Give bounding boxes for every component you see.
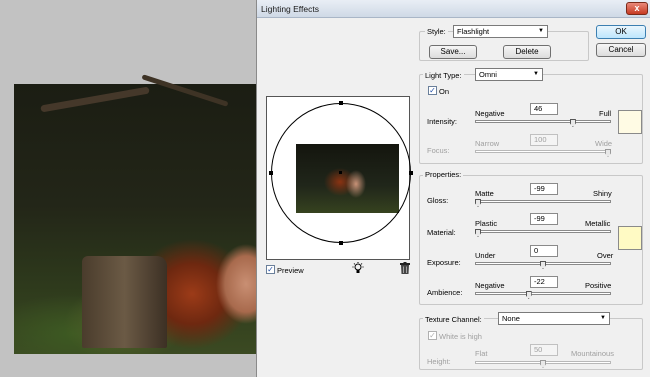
- light-color-swatch[interactable]: [618, 110, 642, 134]
- focus-label: Focus:: [427, 146, 450, 155]
- preview-label: Preview: [277, 266, 304, 275]
- height-input[interactable]: 50: [530, 344, 558, 356]
- cancel-button[interactable]: Cancel: [596, 43, 646, 57]
- height-max-label: Mountainous: [571, 349, 614, 358]
- white-is-high-checkbox[interactable]: ✓: [428, 331, 437, 340]
- gloss-max-label: Shiny: [593, 189, 612, 198]
- material-slider[interactable]: [475, 230, 611, 233]
- intensity-min-label: Negative: [475, 109, 505, 118]
- gloss-min-label: Matte: [475, 189, 494, 198]
- focus-slider[interactable]: [475, 150, 611, 153]
- gloss-label: Gloss:: [427, 196, 449, 205]
- exposure-label: Exposure:: [427, 258, 461, 267]
- height-min-label: Flat: [475, 349, 488, 358]
- light-handle-left[interactable]: [269, 171, 273, 175]
- light-handle-top[interactable]: [339, 101, 343, 105]
- height-label: Height:: [427, 357, 451, 366]
- focus-max-label: Wide: [595, 139, 613, 148]
- style-label: Style:: [425, 27, 448, 36]
- close-button[interactable]: x: [626, 2, 648, 15]
- ambience-max-label: Positive: [585, 281, 612, 290]
- photo-stump: [82, 256, 167, 348]
- exposure-max-label: Over: [597, 251, 614, 260]
- focus-input[interactable]: 100: [530, 134, 558, 146]
- white-is-high-label: White is high: [439, 332, 482, 341]
- intensity-label: Intensity:: [427, 117, 458, 126]
- lighting-effects-dialog: Lighting Effects x OK Cancel Style: Flas…: [256, 0, 650, 377]
- light-center-handle[interactable]: [339, 171, 342, 174]
- style-select-value: Flashlight: [457, 27, 490, 36]
- light-on-label: On: [439, 87, 450, 96]
- title-bar: Lighting Effects x: [257, 0, 650, 18]
- texture-select[interactable]: None ▼: [498, 312, 610, 325]
- ambience-label: Ambience:: [427, 288, 463, 297]
- light-type-label: Light Type:: [423, 71, 464, 80]
- chevron-down-icon: ▼: [533, 71, 539, 77]
- light-handle-right[interactable]: [409, 171, 413, 175]
- ambience-min-label: Negative: [475, 281, 505, 290]
- material-min-label: Plastic: [475, 219, 498, 228]
- exposure-min-label: Under: [475, 251, 496, 260]
- gloss-input[interactable]: -99: [530, 183, 558, 195]
- save-style-button[interactable]: Save...: [429, 45, 477, 59]
- preview-pane[interactable]: [266, 96, 413, 260]
- dialog-title: Lighting Effects: [261, 4, 319, 14]
- trash-icon[interactable]: [400, 262, 410, 274]
- properties-label: Properties:: [423, 170, 464, 179]
- light-on-checkbox[interactable]: ✓: [428, 86, 437, 95]
- material-max-label: Metallic: [585, 219, 611, 228]
- ambient-color-swatch[interactable]: [618, 226, 642, 250]
- material-label: Material:: [427, 228, 456, 237]
- exposure-input[interactable]: 0: [530, 245, 558, 257]
- focus-min-label: Narrow: [475, 139, 500, 148]
- light-type-select[interactable]: Omni ▼: [475, 68, 543, 81]
- ambience-slider[interactable]: [475, 292, 611, 295]
- delete-style-button[interactable]: Delete: [503, 45, 551, 59]
- texture-label: Texture Channel:: [423, 315, 484, 324]
- ok-button[interactable]: OK: [596, 25, 646, 39]
- style-select[interactable]: Flashlight ▼: [453, 25, 548, 38]
- intensity-slider[interactable]: [475, 120, 611, 123]
- chevron-down-icon: ▼: [600, 315, 606, 321]
- light-handle-bottom[interactable]: [339, 241, 343, 245]
- intensity-max-label: Full: [599, 109, 612, 118]
- material-input[interactable]: -99: [530, 213, 558, 225]
- chevron-down-icon: ▼: [538, 28, 544, 34]
- preview-checkbox[interactable]: ✓: [266, 265, 275, 274]
- light-type-select-value: Omni: [479, 70, 497, 79]
- intensity-input[interactable]: 46: [530, 103, 558, 115]
- gloss-slider[interactable]: [475, 200, 611, 203]
- ambience-input[interactable]: -22: [530, 276, 558, 288]
- lightbulb-icon[interactable]: [352, 262, 364, 275]
- texture-select-value: None: [502, 314, 520, 323]
